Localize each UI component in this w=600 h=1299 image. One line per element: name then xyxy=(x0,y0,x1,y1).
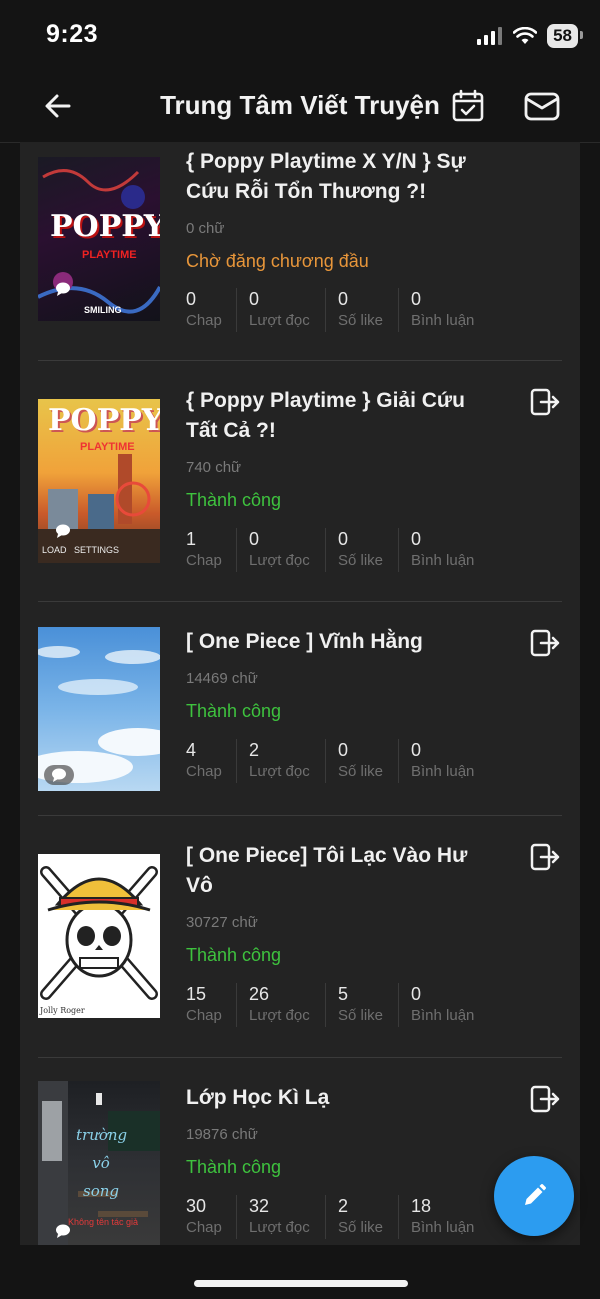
cover-caption: Jolly Roger xyxy=(40,1006,85,1015)
story-cover xyxy=(38,627,160,791)
story-card[interactable]: [ One Piece ] Vĩnh Hằng 14469 chữ Thành … xyxy=(38,601,562,816)
export-icon xyxy=(530,629,560,657)
story-list-panel[interactable]: POPPY PLAYTIME SMILING { Poppy Playtime … xyxy=(20,142,580,1245)
cover-title: POPPY xyxy=(48,403,160,438)
cover-caption: Không tên tác giả xyxy=(68,1217,139,1227)
word-count: 740 chữ xyxy=(186,459,242,476)
story-card[interactable]: POPPY PLAYTIME LOAD SETTINGS { Poppy Pla… xyxy=(38,360,562,602)
signal-icon xyxy=(477,27,503,45)
stat-likes: 2 Số like xyxy=(325,1195,398,1239)
cover-subtitle: PLAYTIME xyxy=(80,441,135,453)
wifi-icon xyxy=(513,27,538,44)
story-cover: trường vô song Không tên tác giả xyxy=(38,1081,160,1245)
publish-status: Thành công xyxy=(186,1157,282,1177)
jolly-roger-cover-art xyxy=(40,866,158,1000)
comment-icon xyxy=(56,282,70,296)
stat-comments: 18 Bình luận xyxy=(398,1195,493,1239)
stat-chap: 1 Chap xyxy=(186,529,222,569)
pencil-icon xyxy=(525,1184,546,1205)
export-button[interactable] xyxy=(529,1083,561,1115)
stat-chap: 4 Chap xyxy=(186,740,222,780)
export-icon xyxy=(530,843,560,871)
comment-icon xyxy=(52,768,66,782)
story-title[interactable]: [ One Piece ] Vĩnh Hằng xyxy=(186,627,486,657)
story-title[interactable]: Lớp Học Kì Lạ xyxy=(186,1083,486,1113)
stat-likes: 0 Số like xyxy=(325,288,398,332)
story-card[interactable]: POPPY PLAYTIME SMILING { Poppy Playtime … xyxy=(38,142,562,361)
story-title[interactable]: [ One Piece] Tôi Lạc Vào Hư Vô xyxy=(186,841,486,901)
story-cover: Jolly Roger xyxy=(38,854,160,1018)
write-story-button[interactable] xyxy=(494,1156,574,1236)
story-card[interactable]: trường vô song Không tên tác giả Lớp Học… xyxy=(38,1057,562,1245)
stat-chap: 0 Chap xyxy=(186,289,222,329)
export-icon xyxy=(530,388,560,416)
calendar-check-icon xyxy=(452,89,484,122)
app-header: Trung Tâm Viết Truyện xyxy=(0,72,600,143)
stat-chap: 30 Chap xyxy=(186,1196,222,1236)
publish-status: Thành công xyxy=(186,701,282,721)
status-icons: 58 xyxy=(477,24,583,48)
stat-comments: 0 Bình luận xyxy=(398,528,493,572)
publish-status: Thành công xyxy=(186,945,282,965)
home-bar xyxy=(0,1245,600,1299)
word-count: 30727 chữ xyxy=(186,914,258,931)
comment-icon xyxy=(56,1224,70,1238)
word-count: 19876 chữ xyxy=(186,1126,258,1143)
story-stats: 4 Chap 2 Lượt đọc 0 Số like 0 Bình luận xyxy=(186,739,566,783)
story-title[interactable]: { Poppy Playtime } Giải Cứu Tất Cả ?! xyxy=(186,386,486,446)
story-stats: 15 Chap 26 Lượt đọc 5 Số like 0 Bình luận xyxy=(186,983,566,1027)
export-button[interactable] xyxy=(529,386,561,418)
story-cover: POPPY PLAYTIME SMILING xyxy=(38,157,160,321)
word-count: 14469 chữ xyxy=(186,670,258,687)
word-count: 0 chữ xyxy=(186,220,225,237)
cover-subtitle: PLAYTIME xyxy=(82,249,137,261)
cover-title: POPPY xyxy=(50,209,160,244)
stat-likes: 5 Số like xyxy=(325,983,398,1027)
story-stats: 1 Chap 0 Lượt đọc 0 Số like 0 Bình luận xyxy=(186,528,566,572)
comment-badge xyxy=(48,279,78,299)
comment-badge xyxy=(48,1221,78,1241)
story-title[interactable]: { Poppy Playtime X Y/N } Sự Cứu Rỗi Tổn … xyxy=(186,147,486,207)
stat-likes: 0 Số like xyxy=(325,528,398,572)
stat-likes: 0 Số like xyxy=(325,739,398,783)
cover-caption: SMILING xyxy=(84,305,122,315)
export-button[interactable] xyxy=(529,627,561,659)
mail-icon xyxy=(524,92,560,121)
story-cover: POPPY PLAYTIME LOAD SETTINGS xyxy=(38,399,160,563)
cover-caption: LOAD SETTINGS xyxy=(42,545,120,555)
stat-views: 26 Lượt đọc xyxy=(236,983,325,1027)
publish-status: Chờ đăng chương đầu xyxy=(186,251,369,271)
stat-comments: 0 Bình luận xyxy=(398,983,493,1027)
publish-status: Thành công xyxy=(186,490,282,510)
stat-chap: 15 Chap xyxy=(186,984,222,1024)
status-bar: 9:23 58 xyxy=(0,0,600,72)
comment-icon xyxy=(56,524,70,538)
stat-views: 32 Lượt đọc xyxy=(236,1195,325,1239)
cover-title: trường vô song xyxy=(76,1126,128,1200)
stat-comments: 0 Bình luận xyxy=(398,739,493,783)
stat-views: 0 Lượt đọc xyxy=(236,288,325,332)
stat-comments: 0 Bình luận xyxy=(398,288,493,332)
battery-indicator: 58 xyxy=(547,24,583,48)
export-icon xyxy=(530,1085,560,1113)
story-card[interactable]: Jolly Roger [ One Piece] Tôi Lạc Vào Hư … xyxy=(38,815,562,1058)
stat-views: 0 Lượt đọc xyxy=(236,528,325,572)
home-indicator[interactable] xyxy=(194,1280,408,1287)
calendar-button[interactable] xyxy=(448,86,488,126)
comment-badge xyxy=(44,765,74,785)
comment-badge xyxy=(48,521,78,541)
mail-button[interactable] xyxy=(522,86,562,126)
page-title: Trung Tâm Viết Truyện xyxy=(160,90,440,120)
story-stats: 0 Chap 0 Lượt đọc 0 Số like 0 Bình luận xyxy=(186,288,566,332)
status-time: 9:23 xyxy=(46,20,99,48)
stat-views: 2 Lượt đọc xyxy=(236,739,325,783)
export-button[interactable] xyxy=(529,841,561,873)
